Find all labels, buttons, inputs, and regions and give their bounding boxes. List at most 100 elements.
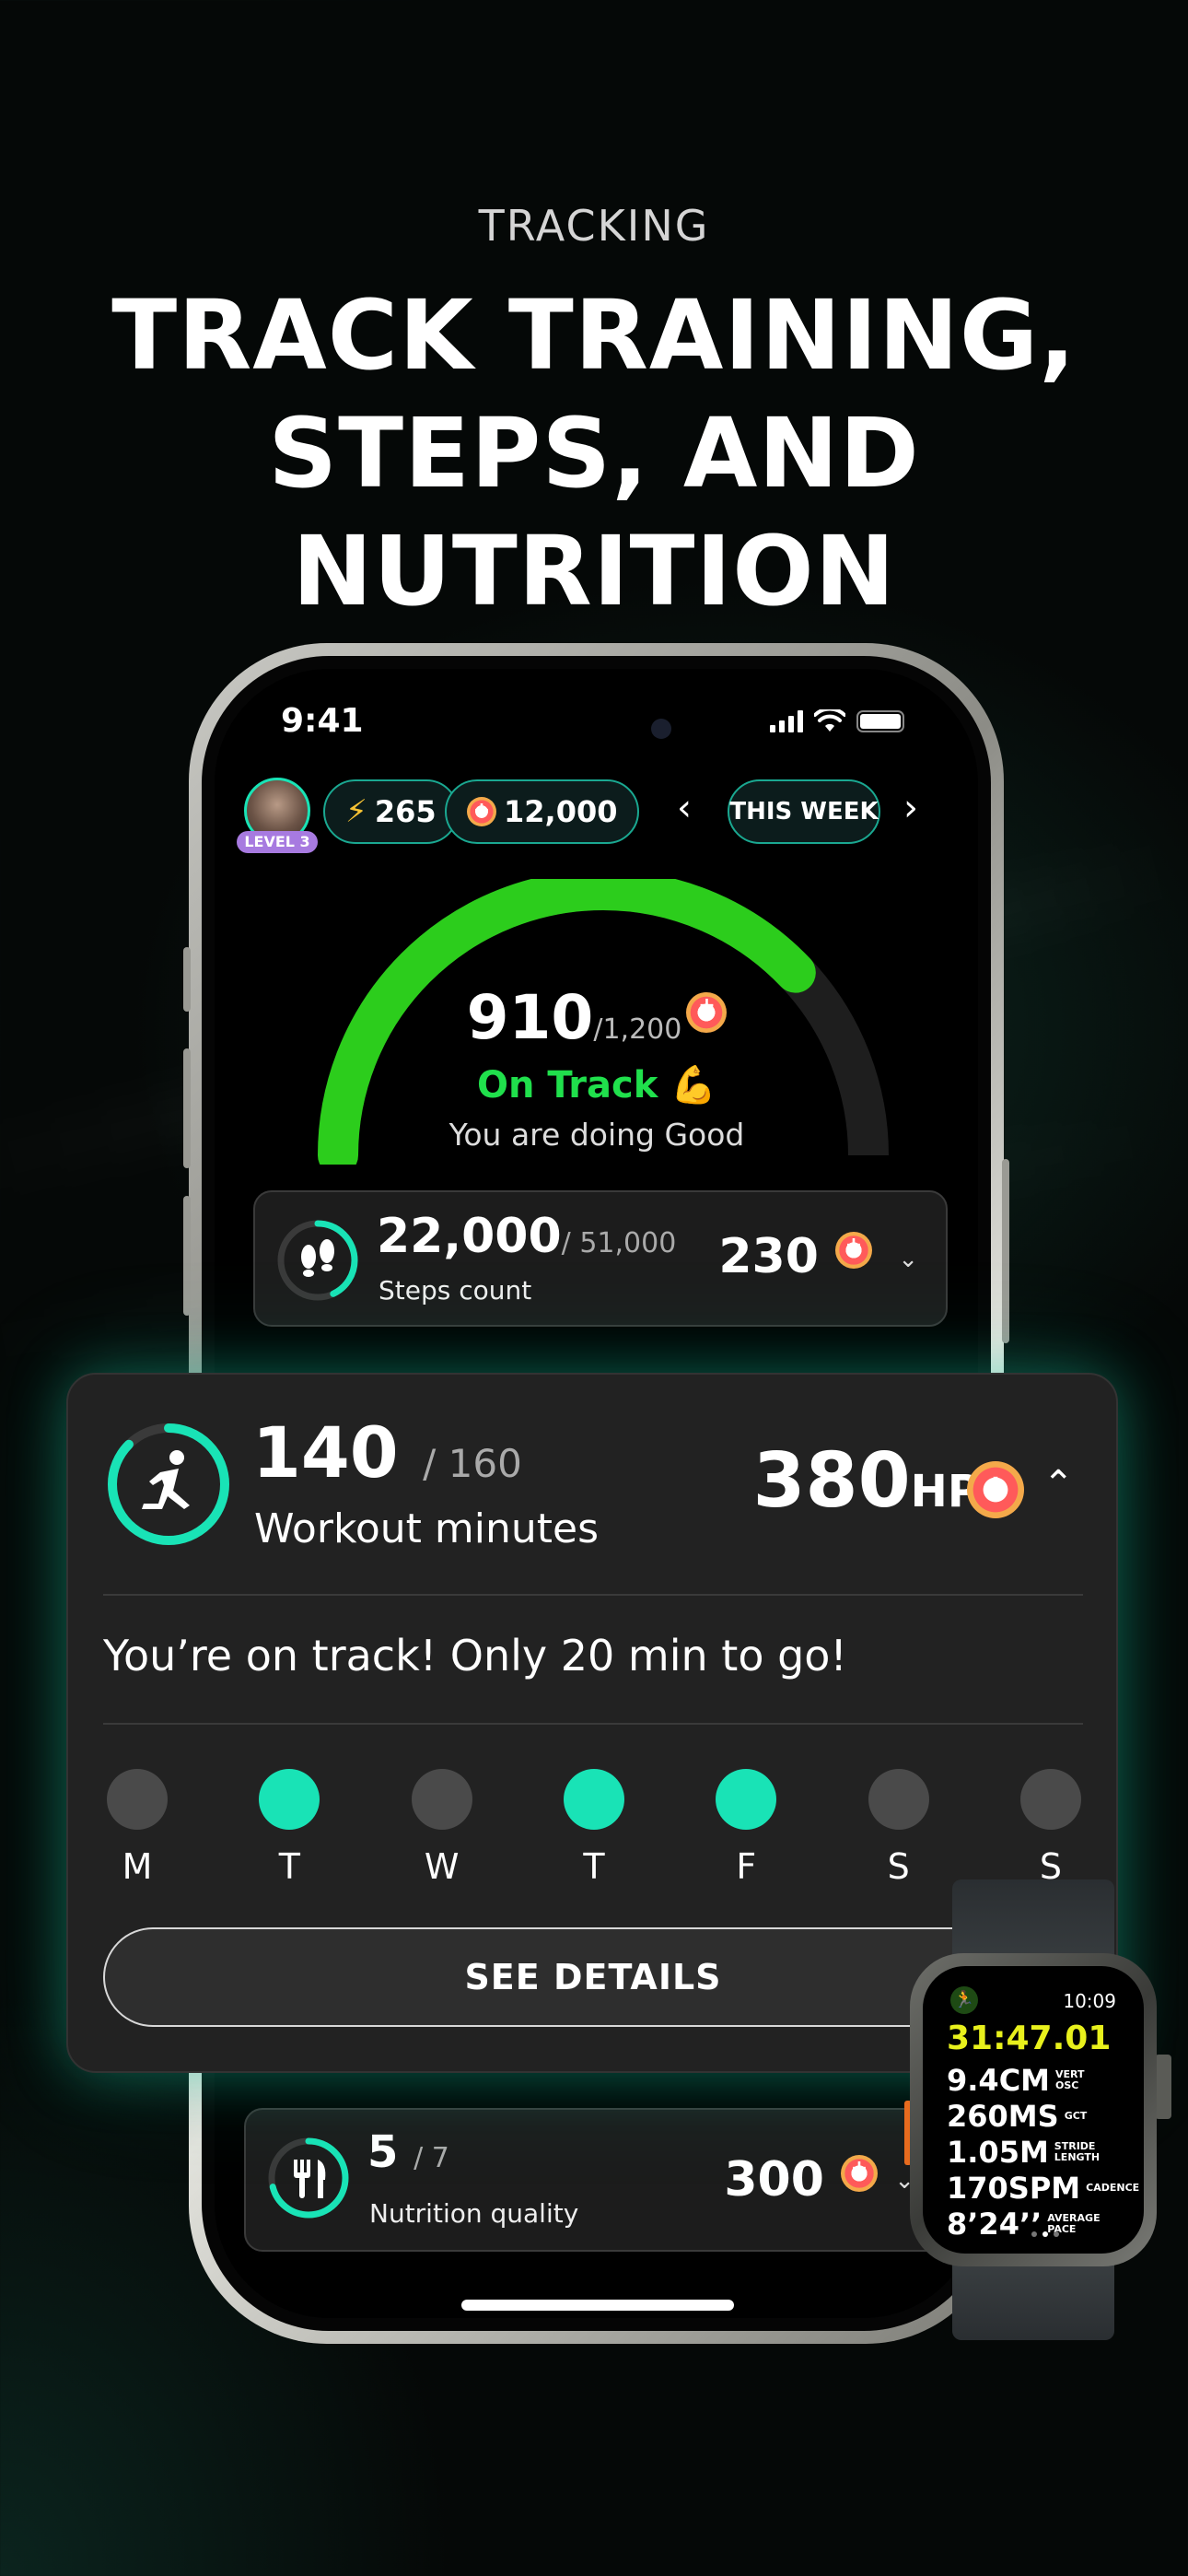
weekday-item[interactable]: T (259, 1769, 320, 1887)
workout-runner-icon (142, 1450, 190, 1509)
nutrition-value: 5 / 7 (367, 2126, 449, 2178)
weekday-item[interactable]: S (1019, 1769, 1081, 1887)
watch-metric-row: 260MS GCT (947, 2098, 1139, 2134)
watch-screen: 🏃 10:09 31:47.01 9.4CM VERT OSC 260MS GCT 1.… (923, 1966, 1144, 2254)
health-coin-icon (841, 2155, 878, 2192)
watch-case: 🏃 10:09 31:47.01 9.4CM VERT OSC 260MS GCT 1.… (910, 1953, 1157, 2266)
page-headline: TRACK TRAINING, STEPS, AND NUTRITION (0, 276, 1188, 630)
watch-metric-value: 1.05M (947, 2134, 1049, 2170)
running-icon: 🏃 (950, 1986, 978, 2014)
nutrition-points: 300 (724, 2152, 878, 2207)
action-button (183, 947, 191, 1012)
footsteps-icon (301, 1239, 334, 1277)
nutrition-current: 5 (367, 2126, 399, 2178)
divider (103, 1723, 1083, 1725)
workout-points: 380HP (752, 1437, 980, 1525)
gauge-status: On Track 💪 (476, 1064, 717, 1107)
nutrition-target: / 7 (413, 2142, 449, 2174)
workout-label: Workout minutes (254, 1505, 599, 1552)
next-week-button[interactable]: › (903, 787, 918, 829)
volume-up-button (183, 1048, 191, 1168)
watch-metric-value: 8’24’’ (947, 2206, 1042, 2242)
power-button (1002, 1159, 1009, 1343)
energy-chip[interactable]: ⚡ 265 (323, 779, 459, 844)
day-incomplete-dot (868, 1769, 929, 1830)
wifi-icon (814, 709, 845, 732)
page-dots (1031, 2231, 1059, 2237)
fork-knife-icon (294, 2160, 326, 2198)
steps-points: 230 (718, 1229, 872, 1284)
steps-card[interactable]: 22,000/ 51,000 Steps count 230 ⌄ (253, 1190, 948, 1327)
weekday-item[interactable]: M (107, 1769, 168, 1887)
weekday-label: T (583, 1846, 605, 1887)
day-incomplete-dot (107, 1769, 168, 1830)
watch-band (952, 2257, 1114, 2340)
watch-metric-unit: CADENCE (1086, 2181, 1140, 2194)
dynamic-island (507, 702, 692, 755)
watch-metric-unit: GCT (1064, 2109, 1088, 2122)
steps-current: 22,000 (377, 1209, 562, 1264)
watch-metric-unit: VERT OSC (1055, 2067, 1085, 2091)
workout-current: 140 (252, 1411, 399, 1493)
watch-metric-row: 1.05M STRIDE LENGTH (947, 2134, 1139, 2170)
watch-metrics: 9.4CM VERT OSC 260MS GCT 1.05M STRIDE LENGTH 1… (947, 2062, 1139, 2242)
volume-down-button (183, 1196, 191, 1316)
chevron-down-icon[interactable]: ⌄ (898, 1246, 918, 1273)
weekday-item[interactable]: T (563, 1769, 624, 1887)
status-time: 9:41 (281, 702, 364, 740)
weekday-tracker: M T W T F SS (103, 1769, 1085, 1887)
weekday-label: M (122, 1846, 153, 1887)
workout-message: You’re on track! Only 20 min to go! (103, 1631, 847, 1680)
health-coin-icon (467, 797, 496, 826)
watch-mockup: 🏃 10:09 31:47.01 9.4CM VERT OSC 260MS GCT 1.… (904, 1879, 1181, 2340)
watch-metric-row: 9.4CM VERT OSC (947, 2062, 1139, 2098)
signal-icon (770, 710, 803, 732)
steps-label: Steps count (379, 1275, 532, 1306)
watch-metric-row: 170SPM CADENCE (947, 2170, 1139, 2206)
gauge-current: 910 (466, 982, 594, 1053)
watch-metric-value: 9.4CM (947, 2062, 1051, 2098)
watch-elapsed: 31:47.01 (947, 2020, 1112, 2057)
weekday-label: W (424, 1846, 460, 1887)
weekday-item[interactable]: F (716, 1769, 777, 1887)
lightning-icon: ⚡ (345, 793, 367, 830)
weekday-label: F (736, 1846, 757, 1887)
points-chip[interactable]: 12,000 (445, 779, 640, 844)
nutrition-label: Nutrition quality (369, 2198, 579, 2229)
steps-points-value: 230 (718, 1229, 819, 1284)
prev-week-button[interactable]: ‹ (677, 787, 692, 829)
steps-ring (277, 1220, 358, 1301)
chevron-up-icon[interactable]: ⌃ (1042, 1463, 1074, 1505)
day-incomplete-dot (411, 1769, 472, 1830)
gauge-message: You are doing Good (448, 1117, 745, 1153)
status-icons (770, 709, 904, 733)
weekday-item[interactable]: W (411, 1769, 472, 1887)
points-value: 12,000 (504, 794, 618, 829)
headline-line-1: TRACK TRAINING, (111, 279, 1077, 392)
watch-time: 10:09 (1063, 1990, 1116, 2012)
steps-value: 22,000/ 51,000 (377, 1209, 676, 1264)
nutrition-card[interactable]: 5 / 7 Nutrition quality 300 ⌄ (244, 2108, 944, 2252)
level-badge: LEVEL 3 (237, 831, 318, 853)
week-selector[interactable]: THIS WEEK (728, 779, 880, 844)
headline-line-2: STEPS, AND NUTRITION (268, 397, 920, 627)
steps-target: / 51,000 (561, 1227, 677, 1259)
home-indicator[interactable] (461, 2300, 734, 2311)
watch-metric-unit: STRIDE LENGTH (1054, 2139, 1101, 2163)
watch-metric-value: 260MS (947, 2098, 1059, 2134)
weekday-item[interactable]: S (868, 1769, 929, 1887)
health-coin-icon (835, 1232, 872, 1269)
gauge-target: /1,200 (593, 1013, 682, 1046)
day-complete-dot (563, 1769, 624, 1830)
day-complete-dot (716, 1769, 777, 1830)
workout-points-value: 380 (752, 1437, 911, 1525)
watch-crown (1155, 2055, 1171, 2119)
health-coin-icon (686, 992, 728, 1033)
gauge-value: 910/1,200 (215, 982, 978, 1053)
energy-value: 265 (374, 794, 437, 829)
nutrition-ring (268, 2137, 349, 2219)
nutrition-points-value: 300 (724, 2152, 824, 2207)
workout-target: / 160 (423, 1441, 522, 1486)
day-incomplete-dot (1019, 1769, 1081, 1830)
workout-ring (108, 1423, 229, 1545)
